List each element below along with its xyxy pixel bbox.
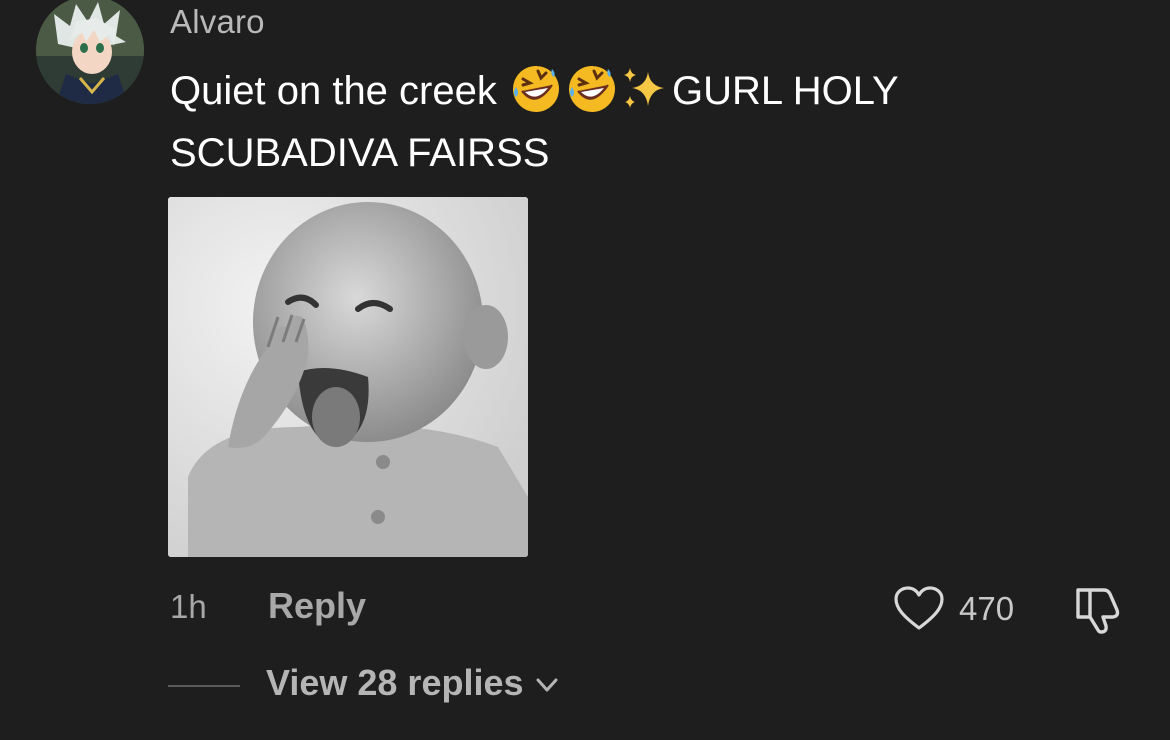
replies-divider xyxy=(168,685,240,687)
thumbs-down-icon[interactable] xyxy=(1070,584,1126,636)
heart-icon[interactable] xyxy=(893,586,945,632)
comment-attached-image[interactable] xyxy=(168,197,528,557)
user-avatar[interactable] xyxy=(36,0,144,104)
view-replies-label: View 28 replies xyxy=(266,662,524,703)
chevron-down-icon xyxy=(536,678,558,692)
username[interactable]: Alvaro xyxy=(170,3,265,41)
reply-button[interactable]: Reply xyxy=(268,585,366,627)
comment-item: Alvaro Quiet on the creek GURL HOLY SCUB… xyxy=(0,0,1170,740)
comment-timestamp: 1h xyxy=(170,588,207,625)
like-count: 470 xyxy=(959,590,1015,627)
rolling-on-floor-laughing-emoji xyxy=(512,66,559,113)
rolling-on-floor-laughing-emoji xyxy=(568,66,615,113)
view-replies-button[interactable]: View 28 replies xyxy=(266,662,562,704)
sparkles-emoji xyxy=(623,68,664,109)
like-group[interactable]: 470 xyxy=(893,586,1014,632)
comment-text: Quiet on the creek GURL HOLY SCUBADIVA F… xyxy=(170,60,1050,184)
comment-text-part1: Quiet on the creek xyxy=(170,69,508,113)
